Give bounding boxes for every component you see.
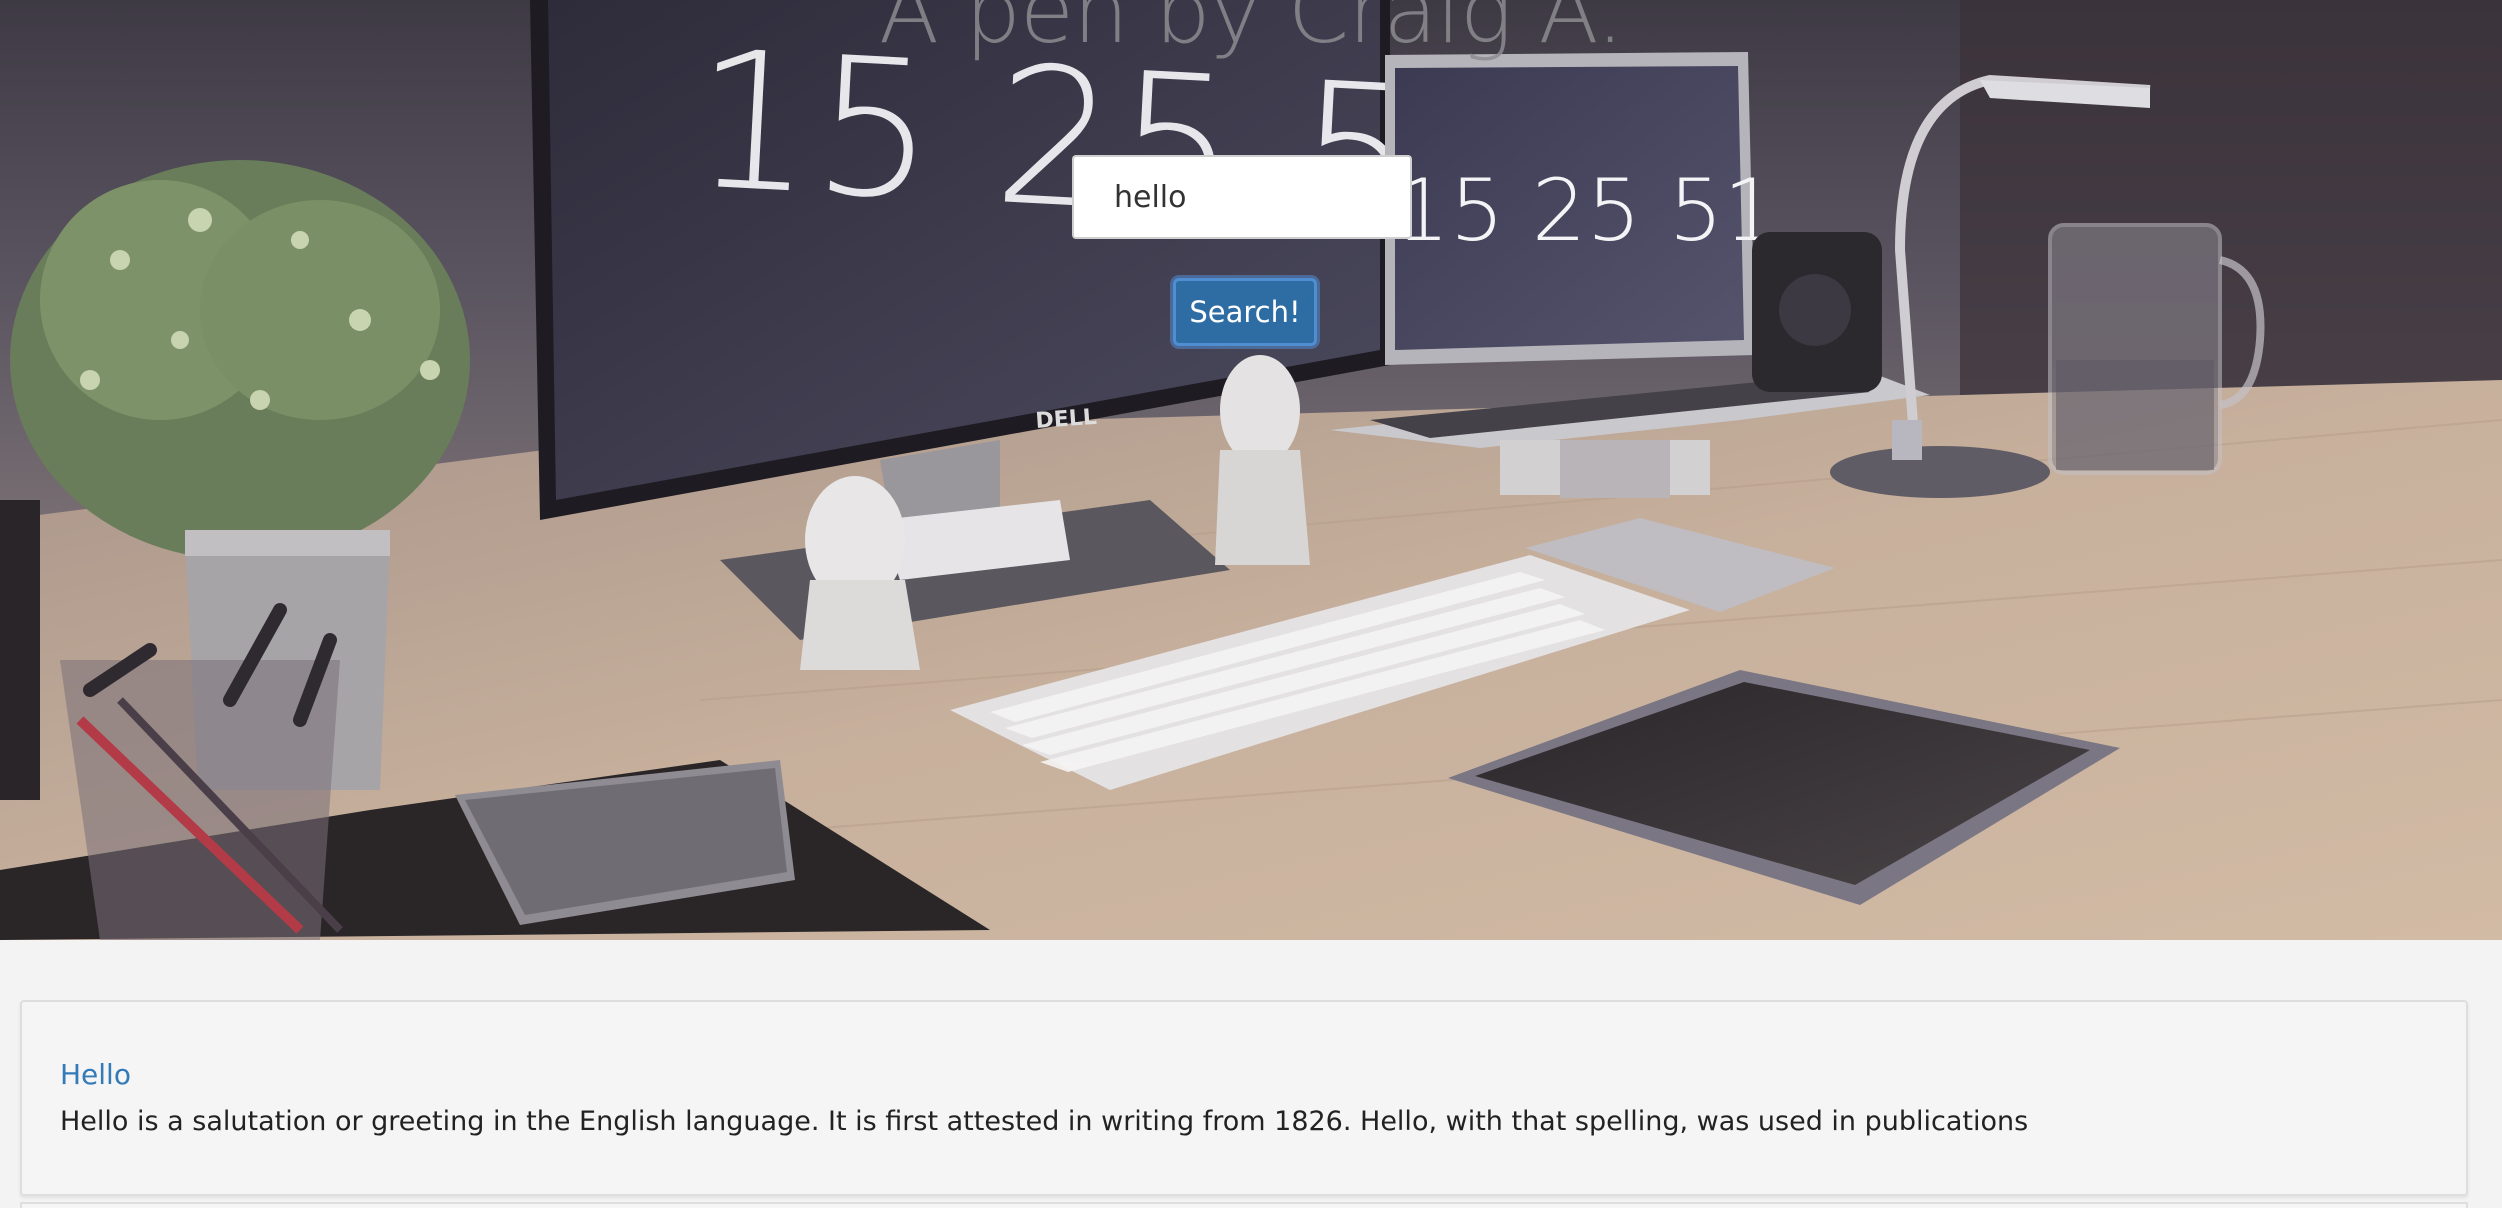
search-input[interactable] [1072, 155, 1412, 239]
page-title: A pen by Craig A. [878, 0, 1624, 63]
result-card: Hello Hello is a salutation or greeting … [20, 1000, 2468, 1196]
laptop-clock: 15 25 51 [1395, 161, 1778, 261]
desk-photo: DELL 15 25 51 15 25 51 [0, 0, 2502, 940]
result-title-link[interactable]: Hello [60, 1058, 131, 1091]
result-card-next [20, 1202, 2468, 1208]
result-snippet: Hello is a salutation or greeting in the… [60, 1106, 2029, 1137]
page: DELL 15 25 51 15 25 51 A pen by Craig A.… [0, 0, 2502, 1208]
hero-banner: DELL 15 25 51 15 25 51 A pen by Craig A.… [0, 0, 2502, 940]
search-button[interactable]: Search! [1173, 278, 1317, 346]
results-area: Hello Hello is a salutation or greeting … [0, 940, 2502, 1208]
svg-text:DELL: DELL [1035, 405, 1098, 434]
